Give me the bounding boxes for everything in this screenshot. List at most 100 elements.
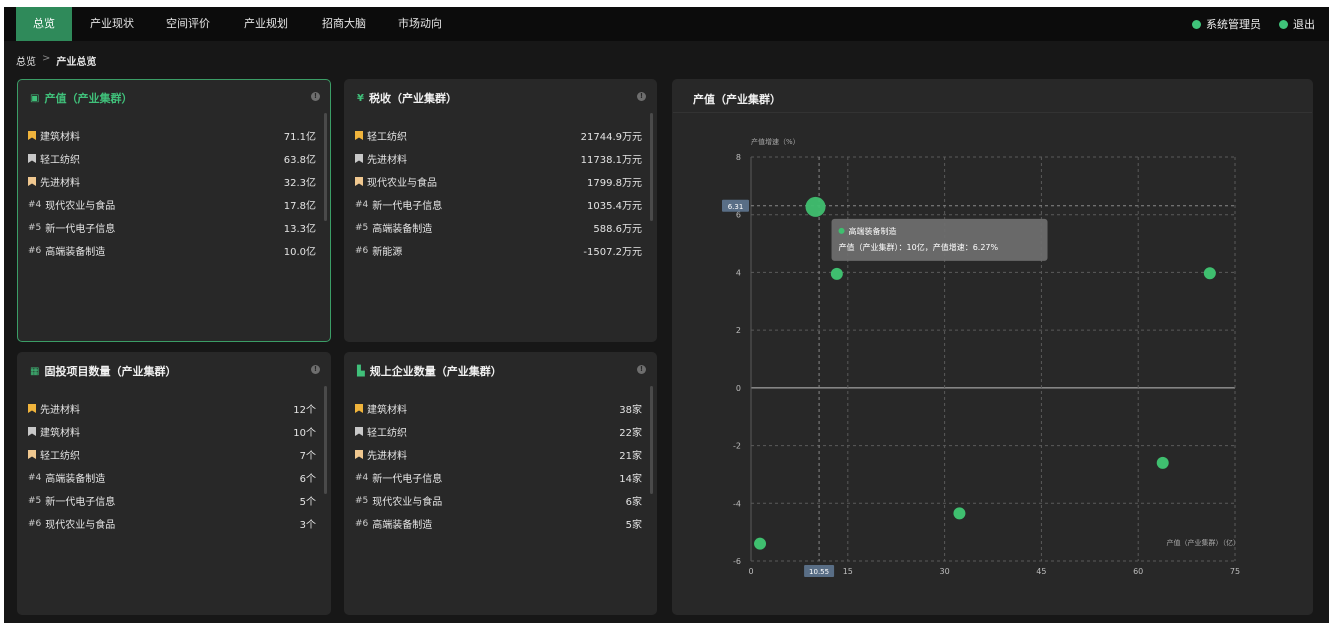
tooltip-title: 高端装备制造	[849, 226, 897, 236]
scrollbar[interactable]	[324, 113, 327, 221]
list-item[interactable]: #5 新一代电子信息 5个	[28, 489, 316, 512]
list-item-name: #4 新一代电子信息	[355, 470, 443, 486]
list-item-label: 轻工纺织	[40, 155, 80, 166]
list-item-label: 高端装备制造	[372, 520, 433, 531]
list-item[interactable]: #4 现代农业与食品 17.8亿	[28, 193, 316, 216]
list-item-label: 现代农业与食品	[45, 201, 116, 212]
rank-number: #5	[28, 495, 42, 506]
panel-projects-header: ▦ 固投项目数量（产业集群）	[30, 363, 176, 379]
nav-market-trends[interactable]: 市场动向	[390, 7, 450, 41]
list-item[interactable]: 轻工纺织 63.8亿	[28, 147, 316, 170]
list-item-name: 建筑材料	[355, 401, 407, 416]
rank-number: #5	[28, 222, 42, 233]
rank-number: #5	[355, 222, 369, 233]
list-item-label: 新一代电子信息	[372, 474, 443, 485]
list-item-name: #6 现代农业与食品	[28, 516, 116, 532]
list-item-label: 轻工纺织	[367, 428, 407, 439]
rank-number: #6	[355, 245, 369, 256]
list-item[interactable]: 建筑材料 71.1亿	[28, 124, 316, 147]
panel-output[interactable]: ▣ 产值（产业集群） ! 建筑材料 71.1亿 轻工纺织 63.8亿 先进材料 32.3亿…	[17, 79, 331, 342]
list-item-label: 现代农业与食品	[45, 520, 116, 531]
list-item[interactable]: 轻工纺织 22家	[355, 420, 642, 443]
scatter-point[interactable]	[754, 537, 767, 550]
y-tick-label: -6	[733, 557, 741, 566]
list-item-value: 14家	[619, 474, 642, 485]
rank-number: #4	[355, 199, 369, 210]
list-item-value: 11738.1万元	[580, 155, 642, 166]
list-item[interactable]: 轻工纺织 21744.9万元	[355, 124, 642, 147]
admin-user-button[interactable]: 系统管理员	[1192, 16, 1261, 32]
list-item[interactable]: #6 新能源 -1507.2万元	[355, 239, 642, 262]
nav-industry-planning[interactable]: 产业规划	[236, 7, 296, 41]
list-item[interactable]: #4 新一代电子信息 14家	[355, 466, 642, 489]
list-item-label: 高端装备制造	[45, 247, 106, 258]
info-icon[interactable]: !	[637, 92, 646, 101]
rank-flag-icon	[355, 177, 363, 186]
scatter-chart[interactable]: 8 6 4 2 0 -2 -4 -6 0 15 30 45 60 75 产值增速（%） 产值（产业集群）（亿）…	[673, 80, 1314, 616]
logout-button[interactable]: 退出	[1279, 16, 1315, 32]
list-item[interactable]: #5 新一代电子信息 13.3亿	[28, 216, 316, 239]
list-item-name: 建筑材料	[28, 128, 80, 143]
list-item[interactable]: 现代农业与食品 1799.8万元	[355, 170, 642, 193]
list-item-value: 21家	[619, 451, 642, 462]
list-item-name: #5 新一代电子信息	[28, 493, 115, 509]
rank-flag-icon	[355, 131, 363, 140]
x-tick-label: 60	[1133, 567, 1143, 576]
list-item-label: 现代农业与食品	[367, 178, 437, 189]
nav-investment-brain[interactable]: 招商大脑	[314, 7, 374, 41]
x-tick-label: 75	[1230, 567, 1240, 576]
info-icon[interactable]: !	[311, 365, 320, 374]
list-item[interactable]: #4 高端装备制造 6个	[28, 466, 316, 489]
list-item[interactable]: 先进材料 32.3亿	[28, 170, 316, 193]
scatter-point[interactable]	[953, 507, 966, 520]
panel-tax[interactable]: ¥ 税收（产业集群） ! 轻工纺织 21744.9万元 先进材料 11738.1万元现…	[344, 79, 657, 342]
list-item-value: 63.8亿	[283, 155, 316, 166]
list-item[interactable]: 建筑材料 38家	[355, 397, 642, 420]
list-item[interactable]: #5 现代农业与食品 6家	[355, 489, 642, 512]
list-item[interactable]: 先进材料 21家	[355, 443, 642, 466]
nav-industry-status[interactable]: 产业现状	[82, 7, 142, 41]
y-tick-label: 4	[736, 268, 741, 277]
rank-flag-icon	[28, 177, 36, 186]
list-item-value: 3个	[299, 520, 316, 531]
scatter-point[interactable]	[1156, 456, 1169, 469]
scrollbar[interactable]	[650, 113, 653, 221]
info-icon[interactable]: !	[311, 92, 320, 101]
breadcrumb-root[interactable]: 总览	[16, 53, 36, 68]
panel-enterprises[interactable]: ▙ 规上企业数量（产业集群） ! 建筑材料 38家 轻工纺织 22家先进材料 21家 #4…	[344, 352, 657, 615]
list-item[interactable]: #4 新一代电子信息 1035.4万元	[355, 193, 642, 216]
list-item[interactable]: #6 现代农业与食品 3个	[28, 512, 316, 535]
scrollbar[interactable]	[324, 386, 327, 494]
list-item[interactable]: 先进材料 12个	[28, 397, 316, 420]
list-item-value: 21744.9万元	[580, 132, 642, 143]
nav-space-evaluation[interactable]: 空间评价	[158, 7, 218, 41]
list-item-name: #4 高端装备制造	[28, 470, 105, 486]
list-item[interactable]: #6 高端装备制造 10.0亿	[28, 239, 316, 262]
list-item[interactable]: #6 高端装备制造 5家	[355, 512, 642, 535]
list-item-name: 轻工纺织	[28, 447, 80, 462]
nav-overview[interactable]: 总览	[16, 7, 72, 41]
list-item-value: 1035.4万元	[587, 201, 642, 212]
list-item-label: 建筑材料	[367, 405, 407, 416]
list-item-value: 588.6万元	[593, 224, 642, 235]
list-item[interactable]: 先进材料 11738.1万元	[355, 147, 642, 170]
rank-flag-icon	[355, 404, 363, 413]
top-nav-bar: 总览 产业现状 空间评价 产业规划 招商大脑 市场动向 系统管理员 退出	[4, 7, 1329, 41]
list-item-value: 32.3亿	[283, 178, 316, 189]
scrollbar[interactable]	[650, 386, 653, 494]
scatter-point[interactable]	[805, 196, 826, 217]
list-item[interactable]: #5 高端装备制造 588.6万元	[355, 216, 642, 239]
list-item-name: #6 高端装备制造	[28, 243, 106, 259]
chart-panel: 产值（产业集群） 8 6 4 2 0 -2 -4 -6 0 15 30 45 60 75 产值增速（%） 产值…	[672, 79, 1313, 615]
list-item[interactable]: 轻工纺织 7个	[28, 443, 316, 466]
y-tick-label: 2	[736, 326, 741, 335]
rank-number: #6	[355, 518, 369, 529]
list-item[interactable]: 建筑材料 10个	[28, 420, 316, 443]
scatter-point[interactable]	[830, 267, 843, 280]
x-axis-label: 产值（产业集群）（亿）	[1167, 538, 1241, 547]
scatter-point[interactable]	[1203, 267, 1216, 280]
panel-projects[interactable]: ▦ 固投项目数量（产业集群） ! 先进材料 12个 建筑材料 10个 轻工纺织 7个 #4 高…	[17, 352, 331, 615]
list-item-label: 先进材料	[367, 451, 407, 462]
info-icon[interactable]: !	[637, 365, 646, 374]
panel-enterprises-header: ▙ 规上企业数量（产业集群）	[357, 363, 502, 379]
